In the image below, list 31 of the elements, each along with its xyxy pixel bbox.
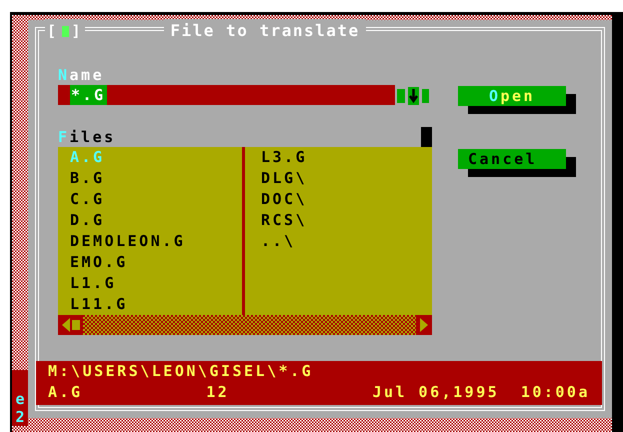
field-label: F iles <box>58 127 116 147</box>
background-text: 2 <box>15 408 25 426</box>
file-item[interactable]: RCS\ <box>261 210 432 231</box>
file-item[interactable]: B.G <box>70 168 242 189</box>
info-path: M:\USERS\LEON\GISEL\*.G <box>48 361 314 382</box>
field-label: N ame <box>58 65 106 85</box>
close-box-bracket: ] <box>72 20 84 42</box>
right-arrow-icon[interactable] <box>419 318 429 332</box>
file-item[interactable]: C.G <box>70 189 242 210</box>
history-down-arrow-icon[interactable] <box>397 85 431 105</box>
info-time: 10:00a <box>520 382 590 403</box>
scroll-marker <box>421 127 432 147</box>
file-item[interactable]: EMO.G <box>70 252 242 273</box>
file-item[interactable]: ..\ <box>261 231 432 252</box>
close-box-bracket: [ <box>47 20 59 42</box>
field-value: *.G <box>70 85 107 105</box>
dialog-button[interactable]: Cancel <box>458 149 566 169</box>
left-arrow-icon[interactable] <box>61 318 71 332</box>
info-file-name: A.G <box>48 382 84 403</box>
file-item[interactable]: DEMOLEON.G <box>70 231 242 252</box>
file-item[interactable]: D.G <box>70 210 242 231</box>
file-item[interactable]: DLG\ <box>261 168 432 189</box>
file-item[interactable]: L3.G <box>261 147 432 168</box>
file-item[interactable]: DOC\ <box>261 189 432 210</box>
scroll-thumb[interactable] <box>72 320 80 330</box>
file-item[interactable]: L11.G <box>70 294 242 315</box>
info-date: Jul 06,1995 <box>372 382 500 403</box>
background-text: e <box>15 390 25 408</box>
close-icon[interactable] <box>62 26 69 36</box>
file-item[interactable]: L1.G <box>70 273 242 294</box>
info-file-size: 12 <box>206 382 230 403</box>
